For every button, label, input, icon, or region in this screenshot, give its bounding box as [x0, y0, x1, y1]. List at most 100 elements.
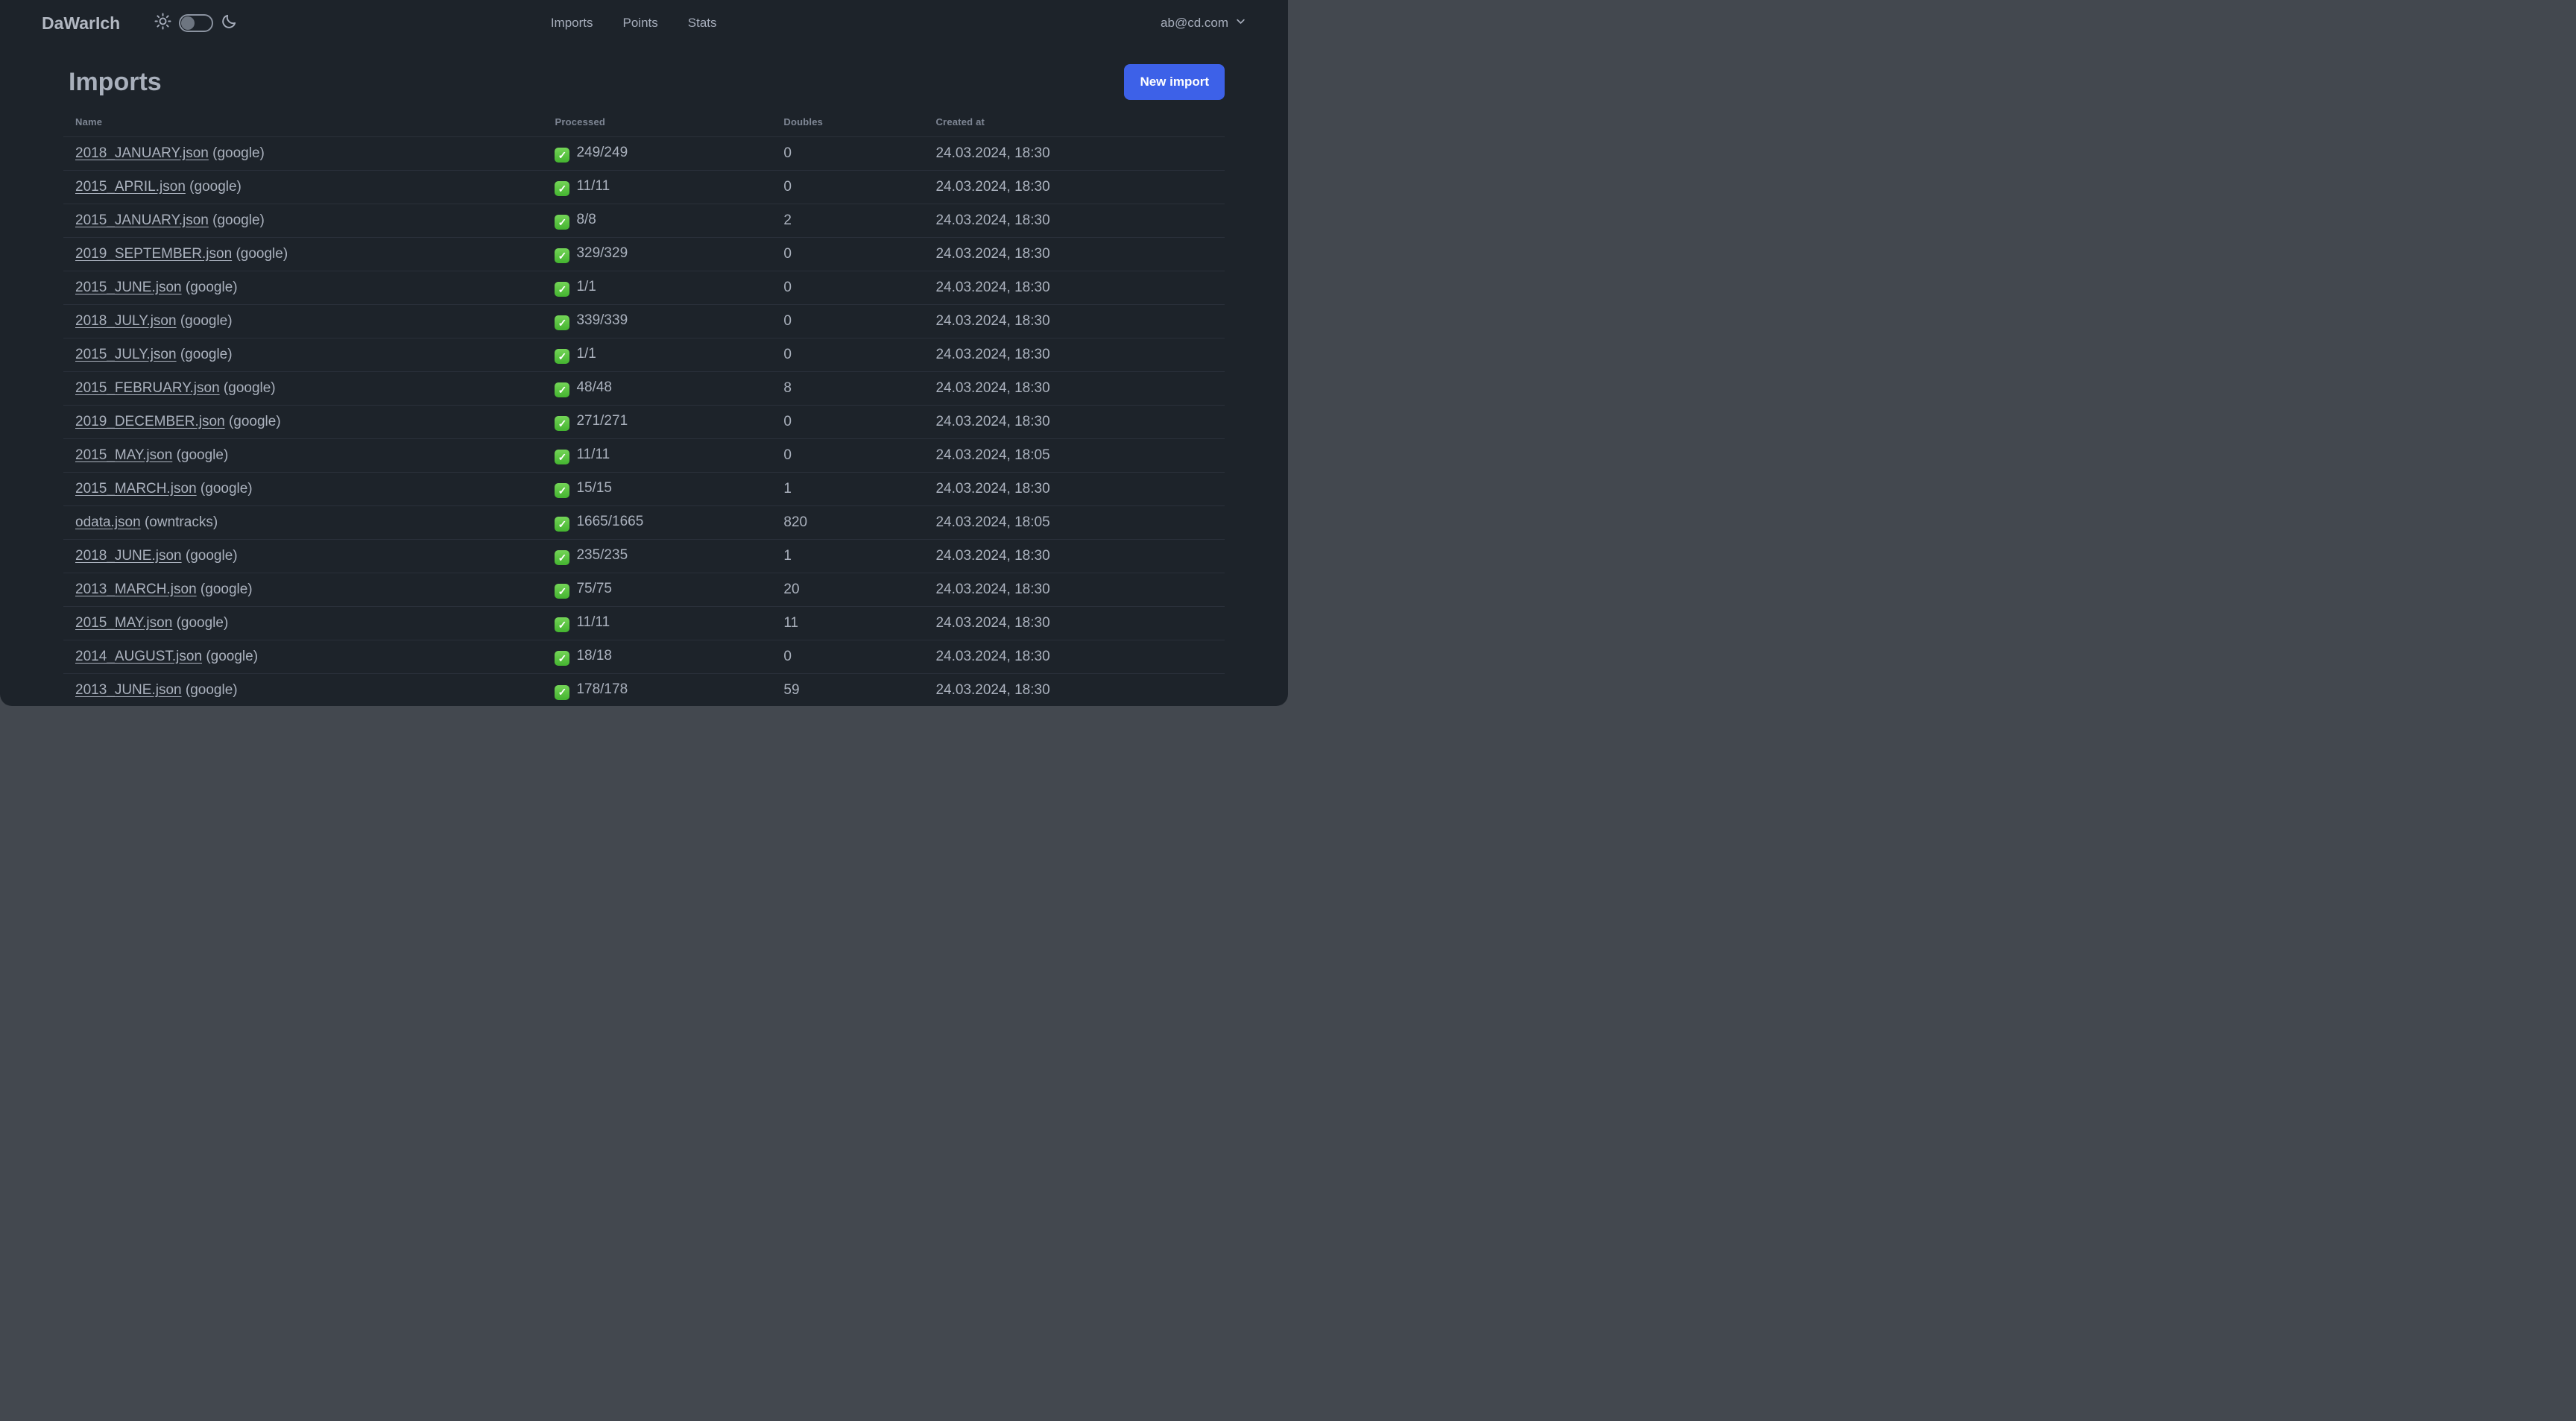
import-source-label: (google): [212, 145, 265, 161]
title-row: Imports New import: [63, 64, 1225, 100]
import-source-label: (google): [176, 447, 229, 463]
nav-link-imports[interactable]: Imports: [551, 16, 593, 31]
doubles-count: 0: [771, 640, 924, 674]
doubles-count: 0: [771, 338, 924, 372]
doubles-count: 0: [771, 271, 924, 305]
success-check-icon: ✓: [555, 584, 570, 599]
table-row: 2015_JULY.json (google) ✓ 1/1 0 24.03.202…: [63, 338, 1225, 372]
user-menu[interactable]: ab@cd.com: [1161, 16, 1246, 31]
import-source-label: (google): [200, 481, 253, 497]
column-header-doubles: Doubles: [783, 116, 824, 127]
processed-count: 11/11: [576, 446, 610, 462]
doubles-count: 0: [771, 405, 924, 439]
success-check-icon: ✓: [555, 282, 570, 297]
success-check-icon: ✓: [555, 349, 570, 365]
doubles-count: 2: [771, 204, 924, 238]
success-check-icon: ✓: [555, 248, 570, 264]
created-at: 24.03.2024, 18:05: [924, 438, 1225, 473]
import-source-label: (google): [212, 212, 265, 228]
processed-count: 339/339: [576, 312, 628, 328]
table-row: 2019_SEPTEMBER.json (google) ✓ 329/329 0 …: [63, 237, 1225, 271]
success-check-icon: ✓: [555, 617, 570, 633]
processed-count: 329/329: [576, 245, 628, 261]
import-file-link[interactable]: 2015_MARCH.json: [75, 481, 197, 497]
created-at: 24.03.2024, 18:30: [924, 304, 1225, 338]
created-at: 24.03.2024, 18:30: [924, 371, 1225, 406]
success-check-icon: ✓: [555, 416, 570, 432]
import-source-label: (google): [180, 313, 233, 329]
import-source-label: (google): [185, 682, 238, 699]
imports-table: Name Processed Doubles Created at 2018_J…: [63, 109, 1225, 706]
table-header-row: Name Processed Doubles Created at: [63, 109, 1225, 137]
created-at: 24.03.2024, 18:30: [924, 640, 1225, 674]
doubles-count: 11: [771, 606, 924, 640]
table-row: 2013_MARCH.json (google) ✓ 75/75 20 24.03…: [63, 573, 1225, 607]
table-row: 2015_MAY.json (google) ✓ 11/11 11 24.03.2…: [63, 606, 1225, 640]
processed-count: 15/15: [576, 479, 612, 496]
import-file-link[interactable]: 2013_JUNE.json: [75, 682, 182, 698]
import-file-link[interactable]: 2015_FEBRUARY.json: [75, 380, 220, 396]
processed-count: 1/1: [576, 278, 596, 294]
sun-icon: [154, 13, 171, 34]
toggle-knob: [181, 16, 195, 30]
success-check-icon: ✓: [555, 651, 570, 667]
column-header-processed: Processed: [555, 116, 606, 127]
import-file-link[interactable]: 2015_MAY.json: [75, 615, 172, 631]
success-check-icon: ✓: [555, 550, 570, 566]
success-check-icon: ✓: [555, 215, 570, 230]
created-at: 24.03.2024, 18:30: [924, 673, 1225, 706]
nav-link-points[interactable]: Points: [623, 16, 658, 31]
processed-count: 11/11: [576, 177, 610, 194]
import-file-link[interactable]: 2013_MARCH.json: [75, 582, 197, 597]
success-check-icon: ✓: [555, 181, 570, 197]
doubles-count: 1: [771, 472, 924, 506]
table-row: 2015_APRIL.json (google) ✓ 11/11 0 24.03.…: [63, 170, 1225, 204]
import-file-link[interactable]: 2014_AUGUST.json: [75, 649, 202, 664]
processed-count: 235/235: [576, 546, 628, 563]
import-file-link[interactable]: 2019_DECEMBER.json: [75, 414, 225, 429]
success-check-icon: ✓: [555, 684, 570, 700]
processed-count: 178/178: [576, 681, 628, 697]
import-source-label: (google): [176, 615, 229, 631]
processed-count: 8/8: [576, 211, 596, 227]
processed-count: 249/249: [576, 144, 628, 160]
new-import-button[interactable]: New import: [1124, 64, 1225, 100]
created-at: 24.03.2024, 18:05: [924, 505, 1225, 540]
import-file-link[interactable]: 2019_SEPTEMBER.json: [75, 246, 232, 262]
main-content: Imports New import Name Processed Double…: [0, 64, 1288, 706]
import-file-link[interactable]: 2018_JUNE.json: [75, 548, 182, 564]
table-row: 2015_MAY.json (google) ✓ 11/11 0 24.03.20…: [63, 438, 1225, 473]
navbar: DaWarIch Imports Points Stats ab@cd.com: [0, 0, 1288, 46]
nav-link-stats[interactable]: Stats: [688, 16, 717, 31]
created-at: 24.03.2024, 18:30: [924, 271, 1225, 305]
import-file-link[interactable]: 2018_JULY.json: [75, 313, 177, 329]
page-title: Imports: [69, 67, 162, 96]
processed-count: 1665/1665: [576, 513, 644, 529]
created-at: 24.03.2024, 18:30: [924, 237, 1225, 271]
import-file-link[interactable]: odata.json: [75, 514, 141, 530]
table-row: 2015_MARCH.json (google) ✓ 15/15 1 24.03.…: [63, 472, 1225, 506]
theme-toggle[interactable]: [179, 14, 214, 32]
table-row: 2019_DECEMBER.json (google) ✓ 271/271 0 2…: [63, 405, 1225, 439]
table-row: odata.json (owntracks) ✓ 1665/1665 820 24…: [63, 505, 1225, 540]
doubles-count: 0: [771, 170, 924, 204]
created-at: 24.03.2024, 18:30: [924, 170, 1225, 204]
import-file-link[interactable]: 2018_JANUARY.json: [75, 145, 209, 161]
import-file-link[interactable]: 2015_JANUARY.json: [75, 212, 209, 228]
import-file-link[interactable]: 2015_JULY.json: [75, 347, 177, 362]
import-source-label: (google): [228, 414, 281, 429]
brand-logo[interactable]: DaWarIch: [42, 13, 120, 34]
doubles-count: 1: [771, 539, 924, 573]
doubles-count: 8: [771, 371, 924, 406]
table-row: 2018_JANUARY.json (google) ✓ 249/249 0 24…: [63, 136, 1225, 171]
import-file-link[interactable]: 2015_APRIL.json: [75, 179, 186, 195]
column-header-created-at: Created at: [935, 116, 985, 127]
import-source-label: (google): [180, 347, 233, 362]
created-at: 24.03.2024, 18:30: [924, 606, 1225, 640]
import-file-link[interactable]: 2015_JUNE.json: [75, 280, 182, 295]
table-row: 2015_FEBRUARY.json (google) ✓ 48/48 8 24.…: [63, 371, 1225, 406]
moon-icon: [221, 13, 238, 34]
import-file-link[interactable]: 2015_MAY.json: [75, 447, 172, 463]
doubles-count: 0: [771, 304, 924, 338]
processed-count: 271/271: [576, 412, 628, 429]
